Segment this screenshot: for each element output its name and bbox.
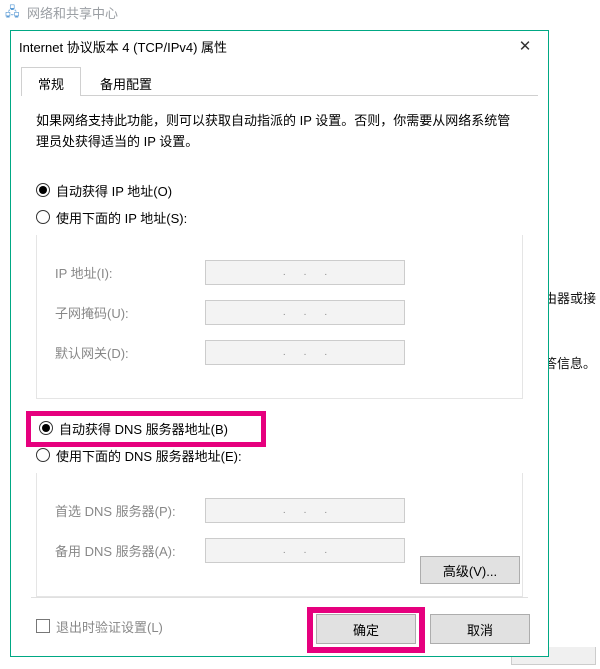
radio-auto-ip[interactable]: 自动获得 IP 地址(O): [36, 181, 523, 200]
ip-fields-group: IP 地址(I): ... 子网掩码(U): ... 默认网关(D): ...: [36, 235, 523, 399]
ip-address-input: ...: [205, 260, 405, 285]
radio-manual-ip-label: 使用下面的 IP 地址(S):: [56, 208, 187, 227]
close-icon: ✕: [519, 37, 532, 55]
separator: [31, 597, 528, 598]
ip-address-label: IP 地址(I):: [55, 263, 205, 282]
subnet-mask-row: 子网掩码(U): ...: [55, 300, 504, 325]
cancel-button[interactable]: 取消: [430, 614, 530, 644]
ok-button[interactable]: 确定: [316, 614, 416, 644]
tab-alternate[interactable]: 备用配置: [83, 67, 169, 96]
preferred-dns-label: 首选 DNS 服务器(P):: [55, 501, 205, 520]
dialog-title: Internet 协议版本 4 (TCP/IPv4) 属性: [19, 37, 227, 56]
preferred-dns-row: 首选 DNS 服务器(P): ...: [55, 498, 504, 523]
network-icon: [5, 5, 21, 21]
radio-auto-dns[interactable]: 自动获得 DNS 服务器地址(B): [39, 419, 523, 438]
radio-auto-ip-label: 自动获得 IP 地址(O): [56, 181, 172, 200]
alternate-dns-label: 备用 DNS 服务器(A):: [55, 541, 205, 560]
dialog-titlebar[interactable]: Internet 协议版本 4 (TCP/IPv4) 属性 ✕: [11, 31, 548, 61]
radio-manual-ip[interactable]: 使用下面的 IP 地址(S):: [36, 208, 523, 227]
alternate-dns-input: ...: [205, 538, 405, 563]
radio-icon: [36, 210, 50, 224]
radio-icon: [39, 421, 53, 435]
ipv4-properties-dialog: Internet 协议版本 4 (TCP/IPv4) 属性 ✕ 常规 备用配置 …: [10, 30, 549, 657]
intro-text: 如果网络支持此功能，则可以获取自动指派的 IP 设置。否则，你需要从网络系统管理…: [36, 111, 523, 153]
ip-address-row: IP 地址(I): ...: [55, 260, 504, 285]
preferred-dns-input: ...: [205, 498, 405, 523]
dialog-button-row: 确定 取消: [316, 614, 530, 644]
checkbox-icon: [36, 619, 50, 633]
radio-manual-dns-label: 使用下面的 DNS 服务器地址(E):: [56, 446, 242, 465]
close-button[interactable]: ✕: [510, 31, 540, 61]
tab-general[interactable]: 常规: [21, 67, 81, 96]
parent-window-header: 网络和共享中心: [0, 0, 600, 25]
radio-icon: [36, 448, 50, 462]
radio-icon: [36, 183, 50, 197]
parent-window-title: 网络和共享中心: [27, 3, 118, 22]
subnet-mask-label: 子网掩码(U):: [55, 303, 205, 322]
radio-manual-dns[interactable]: 使用下面的 DNS 服务器地址(E):: [36, 446, 523, 465]
tab-strip: 常规 备用配置: [21, 66, 538, 96]
gateway-label: 默认网关(D):: [55, 343, 205, 362]
radio-auto-dns-label: 自动获得 DNS 服务器地址(B): [59, 419, 228, 438]
validate-label: 退出时验证设置(L): [56, 617, 163, 636]
advanced-button[interactable]: 高级(V)...: [420, 556, 520, 584]
subnet-mask-input: ...: [205, 300, 405, 325]
gateway-input: ...: [205, 340, 405, 365]
gateway-row: 默认网关(D): ...: [55, 340, 504, 365]
